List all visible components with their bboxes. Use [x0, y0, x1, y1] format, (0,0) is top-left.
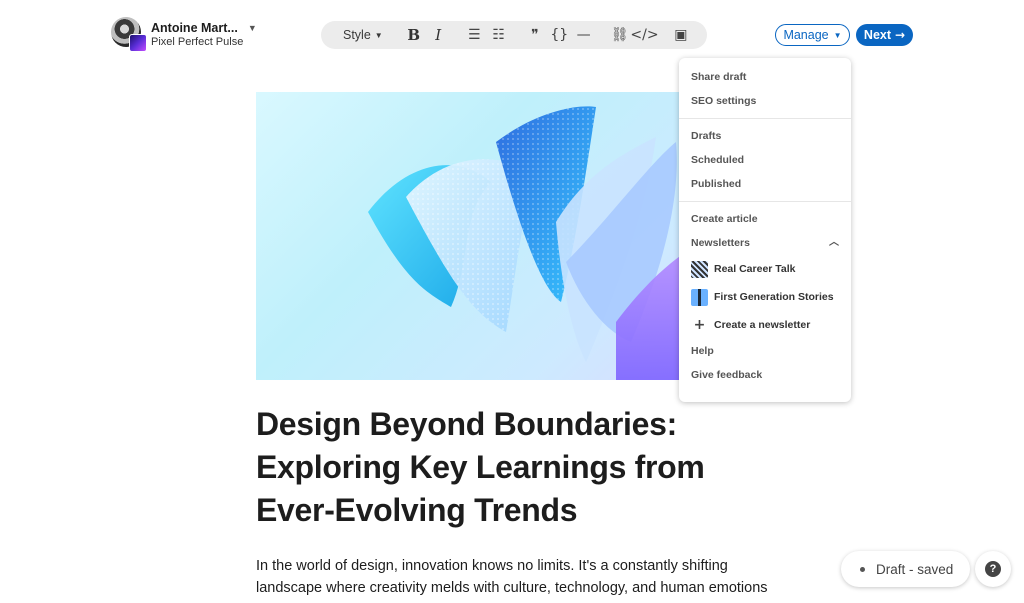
chevron-down-icon: ▼ [833, 30, 842, 40]
plus-icon: + [693, 317, 706, 333]
article-body[interactable]: In the world of design, innovation knows… [256, 555, 776, 603]
menu-divider [679, 118, 851, 119]
page-logo [129, 34, 147, 52]
formatting-toolbar: Style ▼ B I ☰ ☷ ❞ {} — ⛓ </> ▣ [321, 21, 707, 49]
arrow-right-icon: → [895, 28, 906, 42]
manage-button[interactable]: Manage ▼ [775, 24, 850, 46]
code-block-icon[interactable]: {} [547, 21, 571, 49]
style-label: Style [343, 28, 371, 42]
menu-item-newsletters[interactable]: Newsletters ︿ [679, 231, 851, 255]
menu-item-drafts[interactable]: Drafts [679, 124, 851, 148]
menu-item-share-draft[interactable]: Share draft [679, 65, 851, 89]
avatar [111, 17, 147, 53]
newsletter-item[interactable]: Real Career Talk [679, 255, 851, 283]
menu-item-help[interactable]: Help [679, 339, 851, 363]
newsletter-logo-icon [691, 288, 708, 306]
author-switcher[interactable]: Antoine Mart... ▼ Pixel Perfect Pulse [111, 17, 257, 53]
embed-icon[interactable]: </> [630, 21, 658, 49]
chevron-down-icon: ▼ [374, 30, 383, 40]
article-title[interactable]: Design Beyond Boundaries: Exploring Key … [256, 403, 776, 532]
newsletter-item[interactable]: First Generation Stories [679, 283, 851, 311]
draft-status-label: Draft - saved [876, 561, 954, 577]
question-icon: ? [985, 561, 1001, 577]
draft-status-badge[interactable]: Draft - saved [841, 551, 970, 587]
menu-item-seo-settings[interactable]: SEO settings [679, 89, 851, 113]
manage-label: Manage [783, 28, 829, 42]
divider-icon[interactable]: — [571, 21, 595, 49]
menu-item-scheduled[interactable]: Scheduled [679, 148, 851, 172]
menu-item-give-feedback[interactable]: Give feedback [679, 363, 851, 387]
chevron-down-icon[interactable]: ▼ [248, 21, 257, 36]
status-dot-icon [860, 566, 865, 572]
italic-button[interactable]: I [426, 21, 450, 49]
newsletter-name: Real Career Talk [714, 263, 796, 275]
link-icon[interactable]: ⛓ [608, 21, 632, 49]
style-dropdown[interactable]: Style ▼ [343, 21, 390, 49]
next-label: Next [863, 28, 892, 42]
bulleted-list-icon[interactable]: ☰ [462, 21, 486, 49]
author-name: Antoine Mart... [151, 21, 238, 35]
help-button[interactable]: ? [975, 551, 1011, 587]
newsletter-logo-icon [691, 260, 708, 278]
author-page-name: Pixel Perfect Pulse [151, 36, 244, 48]
numbered-list-icon[interactable]: ☷ [487, 21, 511, 49]
newsletter-name: First Generation Stories [714, 291, 834, 303]
menu-divider [679, 201, 851, 202]
chevron-up-icon: ︿ [829, 237, 839, 248]
menu-item-published[interactable]: Published [679, 172, 851, 196]
quote-icon[interactable]: ❞ [523, 21, 547, 49]
create-newsletter-label: Create a newsletter [714, 319, 811, 331]
create-newsletter-item[interactable]: + Create a newsletter [679, 311, 851, 339]
menu-item-create-article[interactable]: Create article [679, 207, 851, 231]
next-button[interactable]: Next → [856, 24, 913, 46]
image-icon[interactable]: ▣ [669, 21, 693, 49]
bold-button[interactable]: B [402, 21, 426, 49]
newsletters-label: Newsletters [691, 237, 750, 249]
manage-menu: Share draft SEO settings Drafts Schedule… [679, 58, 851, 402]
